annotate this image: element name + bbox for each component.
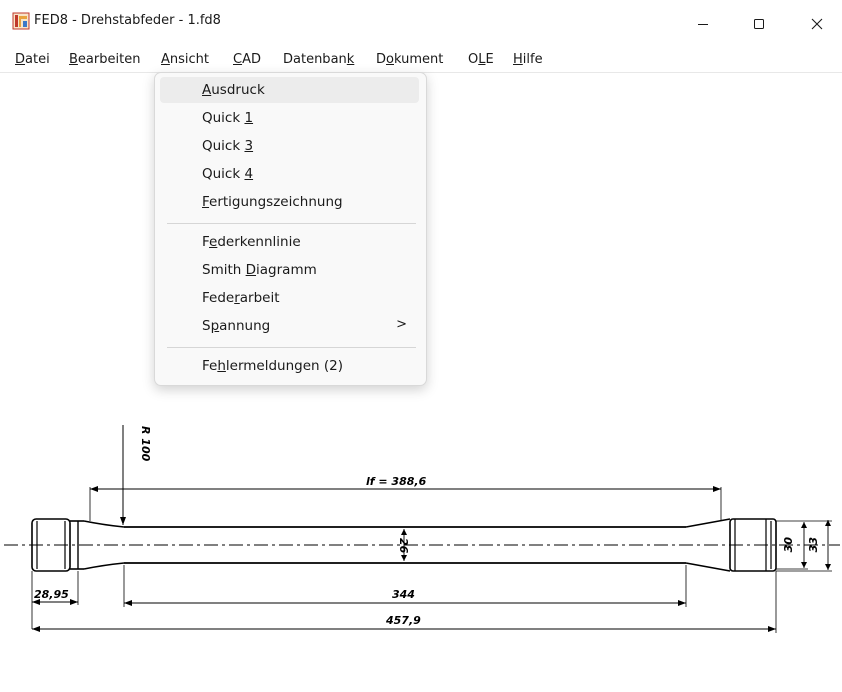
menu-datenbank[interactable]: Datenbank [282, 50, 355, 70]
minimize-button[interactable] [680, 0, 726, 48]
submenu-arrow-icon: > [396, 317, 407, 332]
menuitem-federarbeit[interactable]: Federarbeit [160, 285, 419, 311]
close-button[interactable] [794, 0, 840, 48]
d30-label: 30 [782, 537, 795, 553]
menuitem-fehlermeldungen[interactable]: Fehlermeldungen (2) [160, 353, 419, 379]
maximize-button[interactable] [736, 0, 782, 48]
menu-bearbeiten[interactable]: Bearbeiten [68, 50, 141, 70]
close-icon [811, 18, 823, 30]
menu-hilfe[interactable]: Hilfe [512, 50, 544, 70]
d33-label: 33 [807, 537, 820, 553]
app-icon [12, 12, 30, 30]
menu-dokument[interactable]: Dokument [375, 50, 444, 70]
menuitem-quick-4[interactable]: Quick 4 [160, 161, 419, 187]
menuitem-quick-3[interactable]: Quick 3 [160, 133, 419, 159]
menuitem-spannung[interactable]: Spannung > [160, 313, 419, 339]
minimize-icon [698, 24, 708, 25]
menuitem-quick-1[interactable]: Quick 1 [160, 105, 419, 131]
total-length-label: 457,9 [385, 614, 421, 627]
menu-ole[interactable]: OLE [467, 50, 495, 70]
menuitem-federkennlinie[interactable]: Federkennlinie [160, 229, 419, 255]
menu-datei[interactable]: Datei [14, 50, 51, 70]
menu-bar: Datei Bearbeiten Ansicht CAD Datenbank D… [0, 48, 842, 72]
title-bar: FED8 - Drehstabfeder - 1.fd8 [0, 0, 842, 48]
window-title: FED8 - Drehstabfeder - 1.fd8 [34, 13, 221, 28]
shaft-length-label: 344 [392, 588, 415, 601]
menuitem-fertigungszeichnung[interactable]: Fertigungszeichnung [160, 189, 419, 215]
head-length-label: 28,95 [34, 588, 69, 601]
menuitem-smith-diagramm[interactable]: Smith Diagramm [160, 257, 419, 283]
menu-cad[interactable]: CAD [232, 50, 262, 70]
ansicht-dropdown: Ausdruck Quick 1 Quick 3 Quick 4 Fertigu… [154, 72, 427, 386]
lf-label: lf = 388,6 [366, 475, 427, 488]
menu-ansicht[interactable]: Ansicht [160, 50, 210, 70]
radius-label: R 100 [139, 426, 152, 462]
menuitem-ausdruck[interactable]: Ausdruck [160, 77, 419, 103]
maximize-icon [754, 19, 764, 29]
diameter-label: 26 [397, 538, 410, 554]
menu-separator [167, 347, 416, 348]
menu-separator [167, 223, 416, 224]
